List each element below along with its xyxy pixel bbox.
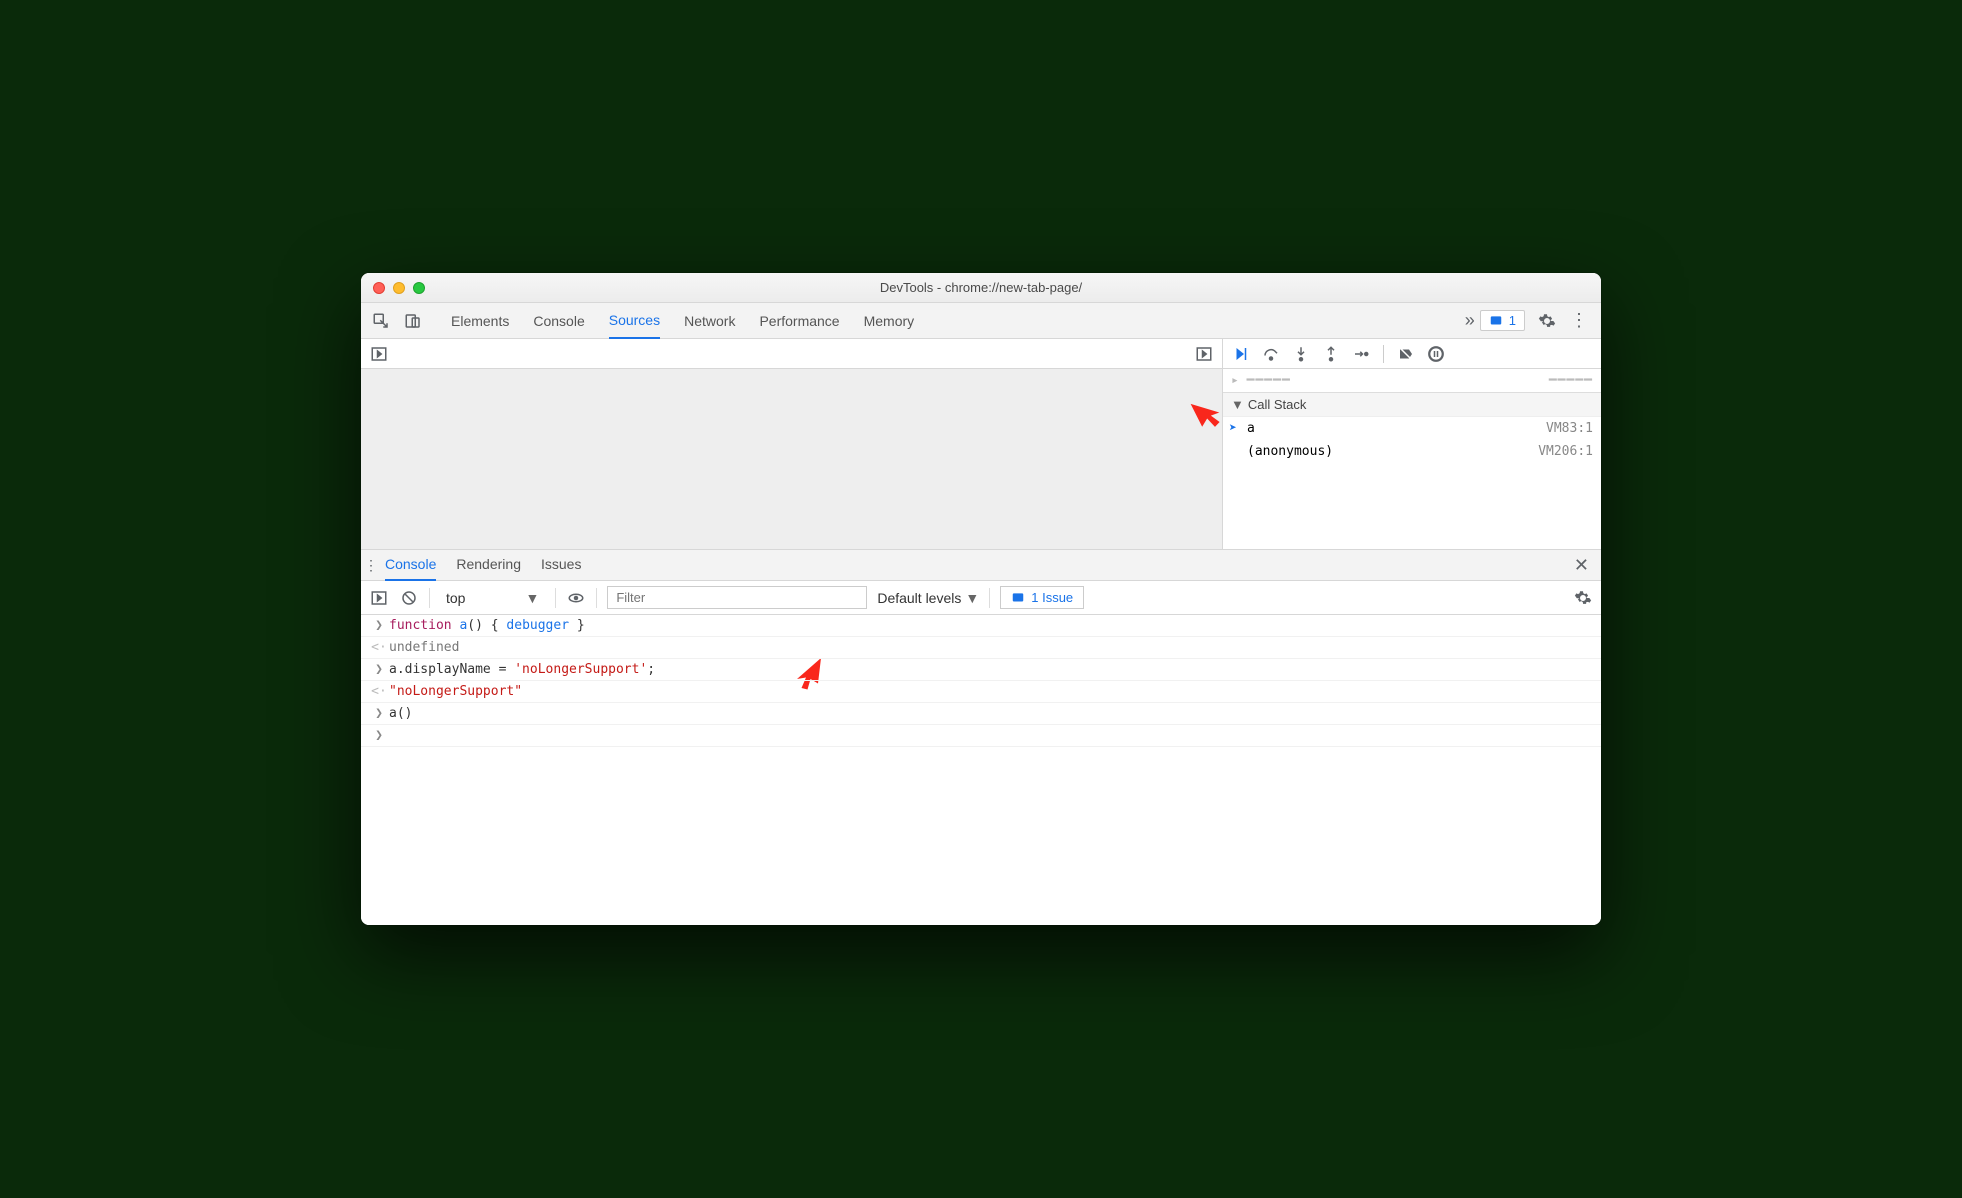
callstack-header[interactable]: ▼Call Stack: [1223, 393, 1601, 417]
settings-gear-icon[interactable]: [1537, 311, 1557, 331]
result-chevron-icon: <·: [369, 684, 389, 699]
tab-performance[interactable]: Performance: [759, 304, 839, 338]
more-tabs-chevron-icon[interactable]: »: [1460, 311, 1480, 331]
input-chevron-icon: ❯: [369, 706, 389, 721]
window-title: DevTools - chrome://new-tab-page/: [361, 280, 1601, 295]
frame-location: VM83:1: [1546, 421, 1593, 436]
log-levels-selector[interactable]: Default levels ▼: [877, 590, 979, 606]
console-toolbar: top ▼ Default levels ▼ 1 Issue: [361, 581, 1601, 615]
debugger-toolbar: [1223, 339, 1601, 368]
console-line: ❯: [361, 725, 1601, 747]
live-expression-icon[interactable]: [566, 588, 586, 608]
drawer-kebab-icon[interactable]: ⋮: [361, 555, 381, 575]
inspect-element-icon[interactable]: [371, 311, 391, 331]
tab-memory[interactable]: Memory: [864, 304, 915, 338]
frame-location: VM206:1: [1538, 444, 1593, 459]
console-line: ❯a(): [361, 703, 1601, 725]
console-sidebar-toggle-icon[interactable]: [369, 588, 389, 608]
issues-button[interactable]: 1 Issue: [1000, 586, 1084, 609]
clear-console-icon[interactable]: [399, 588, 419, 608]
editor-toolbar: [361, 339, 1223, 368]
pause-on-exceptions-icon[interactable]: [1426, 344, 1446, 364]
frame-name: a: [1247, 421, 1255, 436]
main-tab-bar: Elements Console Sources Network Performance…: [361, 303, 1601, 339]
drawer-tab-issues[interactable]: Issues: [541, 549, 581, 581]
window-titlebar: DevTools - chrome://new-tab-page/: [361, 273, 1601, 303]
show-debugger-icon[interactable]: [1194, 344, 1214, 364]
result-chevron-icon: <·: [369, 640, 389, 655]
deactivate-breakpoints-icon[interactable]: [1396, 344, 1416, 364]
callstack-frame[interactable]: ➤ a VM83:1: [1223, 417, 1601, 440]
drawer-tab-console[interactable]: Console: [385, 549, 436, 581]
tab-console[interactable]: Console: [533, 304, 584, 338]
tab-sources[interactable]: Sources: [609, 303, 660, 339]
console-settings-gear-icon[interactable]: [1573, 588, 1593, 608]
drawer-tab-bar: ⋮ Console Rendering Issues ✕: [361, 549, 1601, 581]
drawer-tab-rendering[interactable]: Rendering: [456, 549, 521, 581]
console-line-content: a(): [389, 706, 1593, 721]
console-line: ❯a.displayName = 'noLongerSupport';: [361, 659, 1601, 681]
resume-icon[interactable]: [1231, 344, 1251, 364]
console-line-content: function a() { debugger }: [389, 618, 1593, 633]
close-drawer-icon[interactable]: ✕: [1562, 555, 1601, 576]
prompt-chevron-icon: ❯: [369, 728, 389, 743]
console-line: <·"noLongerSupport": [361, 681, 1601, 703]
show-navigator-icon[interactable]: [369, 344, 389, 364]
tab-network[interactable]: Network: [684, 304, 735, 338]
input-chevron-icon: ❯: [369, 618, 389, 633]
console-line-content: "noLongerSupport": [389, 684, 1593, 699]
annotation-arrow-callstack: [1188, 393, 1224, 429]
debugger-sidebar: ▸ ━━━━━ ━━━━━ ▼Call Stack ➤aVM83:1(anony…: [1223, 369, 1601, 549]
device-toggle-icon[interactable]: [403, 311, 423, 331]
console-line-content: a.displayName = 'noLongerSupport';: [389, 662, 1593, 677]
callstack-frame[interactable]: (anonymous) VM206:1: [1223, 440, 1601, 463]
step-icon[interactable]: [1351, 344, 1371, 364]
step-over-icon[interactable]: [1261, 344, 1281, 364]
console-filter-input[interactable]: [607, 586, 867, 609]
step-out-icon[interactable]: [1321, 344, 1341, 364]
input-chevron-icon: ❯: [369, 662, 389, 677]
context-selector[interactable]: top ▼: [440, 588, 545, 608]
step-into-icon[interactable]: [1291, 344, 1311, 364]
console-output[interactable]: ❯function a() { debugger }<·undefined❯a.…: [361, 615, 1601, 925]
sources-panel: ▸ ━━━━━ ━━━━━ ▼Call Stack ➤aVM83:1(anony…: [361, 339, 1601, 549]
console-line: ❯function a() { debugger }: [361, 615, 1601, 637]
issues-badge[interactable]: 1: [1480, 310, 1525, 331]
source-editor-area[interactable]: [361, 369, 1223, 549]
console-line-content: undefined: [389, 640, 1593, 655]
frame-name: (anonymous): [1247, 444, 1333, 459]
current-frame-arrow-icon: ➤: [1229, 421, 1237, 436]
issues-count: 1: [1509, 313, 1516, 328]
tab-elements[interactable]: Elements: [451, 304, 509, 338]
devtools-window: DevTools - chrome://new-tab-page/ Elemen…: [361, 273, 1601, 925]
kebab-menu-icon[interactable]: ⋮: [1569, 311, 1589, 331]
console-line: <·undefined: [361, 637, 1601, 659]
